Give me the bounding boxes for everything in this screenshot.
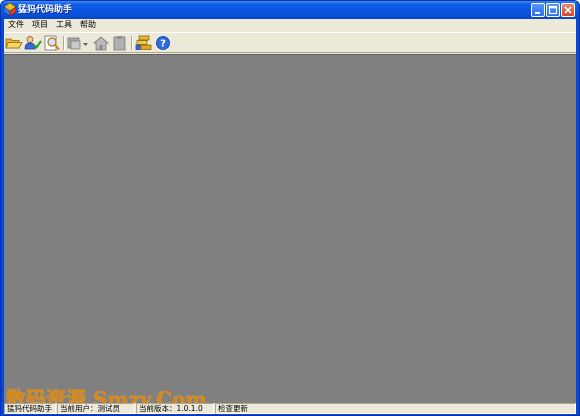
status-app-name: 猛犸代码助手 [4,403,56,414]
user-login-button[interactable] [24,35,42,51]
close-button[interactable] [561,3,575,17]
clipboard-button[interactable] [111,35,129,51]
build-dropdown-icon [67,37,88,50]
toolbar: ? [4,32,576,53]
menu-tools[interactable]: 工具 [52,19,76,31]
clipboard-icon [113,36,126,51]
workspace-area: 数码资源 Smzy.Com [4,54,576,410]
title-bar[interactable]: 猛犸代码助手 [1,1,579,19]
search-button[interactable] [43,35,61,51]
user-check-icon [24,36,42,50]
close-icon [564,6,572,14]
toolbar-separator [63,36,65,50]
database-button[interactable] [135,35,153,51]
build-dropdown-button[interactable] [67,35,89,51]
menu-help[interactable]: 帮助 [76,19,100,31]
status-current-user: 当前用户：测试员 [57,403,135,414]
search-document-icon [44,35,60,51]
window-title: 猛犸代码助手 [18,5,73,15]
open-folder-icon [5,38,23,49]
menu-project[interactable]: 项目 [28,19,52,31]
status-bar: 猛犸代码助手 当前用户：测试员 当前版本：1.0.1.0 检查更新 [4,403,576,414]
menu-bar: 文件 项目 工具 帮助 [4,19,576,31]
client-area: 文件 项目 工具 帮助 ? 数码资源 Smzy.Com 猛犸代码助手 当前用户：… [4,19,576,414]
maximize-button[interactable] [546,3,560,17]
database-stack-icon [135,35,152,50]
app-icon [4,3,16,16]
menu-file[interactable]: 文件 [4,19,28,31]
home-icon [93,36,109,51]
open-button[interactable] [5,35,23,51]
app-window: 猛犸代码助手 文件 项目 工具 帮助 ? 数码资源 Smzy.Com 猛犸代码助… [0,0,580,416]
maximize-icon [548,5,558,15]
status-check-update[interactable]: 检查更新 [215,403,576,414]
status-current-version: 当前版本：1.0.1.0 [136,403,214,414]
minimize-icon [535,12,540,14]
svg-text:?: ? [160,39,166,50]
home-button[interactable] [92,35,110,51]
toolbar-separator-2 [131,36,133,50]
help-icon: ? [156,36,170,50]
help-button[interactable]: ? [154,35,172,51]
minimize-button[interactable] [531,3,545,17]
